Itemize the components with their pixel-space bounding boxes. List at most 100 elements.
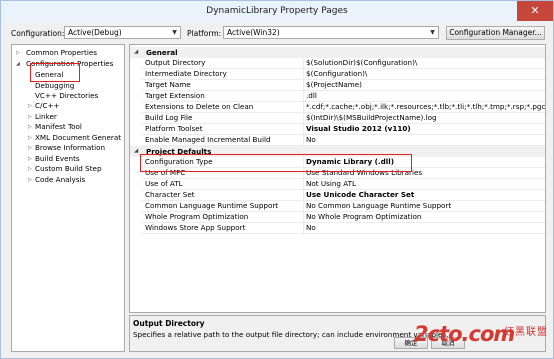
property-row-clr-support[interactable]: Common Language Runtime Support No Commo… <box>142 201 545 212</box>
property-tree: ▷ Common Properties ◢ Configuration Prop… <box>11 44 125 352</box>
expand-arrow-icon[interactable]: ▷ <box>28 143 32 153</box>
property-row-target-extension[interactable]: Target Extension .dll <box>142 91 545 102</box>
expand-arrow-icon[interactable]: ▷ <box>28 154 32 164</box>
property-value[interactable]: Visual Studio 2012 (v110) <box>306 124 545 134</box>
chevron-down-icon: ▼ <box>430 29 435 36</box>
tree-item-label: Linker <box>35 112 57 121</box>
column-divider <box>303 212 304 222</box>
column-divider <box>303 91 304 101</box>
property-name: Platform Toolset <box>145 124 203 133</box>
site-watermark: 2cto.com 红黑联盟 <box>414 320 549 356</box>
property-name: Build Log File <box>145 113 193 122</box>
property-value[interactable]: Not Using ATL <box>306 179 545 189</box>
property-value[interactable]: $(Configuration)\ <box>306 69 545 79</box>
collapse-arrow-icon[interactable]: ◢ <box>134 47 138 58</box>
property-value[interactable]: $(IntDir)\$(MSBuildProjectName).log <box>306 113 545 123</box>
column-divider <box>303 80 304 90</box>
property-row-windows-store-app-support[interactable]: Windows Store App Support No <box>142 223 545 234</box>
property-value[interactable]: No <box>306 223 545 233</box>
highlight-configuration-type-box <box>140 154 412 172</box>
category-general[interactable]: ◢ General <box>130 47 545 58</box>
property-name: Enable Managed Incremental Build <box>145 135 271 144</box>
tree-item-label: Common Properties <box>26 48 97 57</box>
configuration-label: Configuration: <box>11 29 65 38</box>
property-value[interactable]: $(ProjectName) <box>306 80 545 90</box>
tree-item-label: Debugging <box>35 81 75 90</box>
watermark-cn-text: 红黑联盟 <box>504 327 548 338</box>
chevron-down-icon: ▼ <box>172 29 177 36</box>
column-divider <box>303 135 304 145</box>
expand-arrow-icon[interactable]: ▷ <box>28 112 32 122</box>
property-value[interactable]: $(SolutionDir)$(Configuration)\ <box>306 58 545 68</box>
property-row-target-name[interactable]: Target Name $(ProjectName) <box>142 80 545 91</box>
property-value[interactable]: No Whole Program Optimization <box>306 212 545 222</box>
property-name: Target Name <box>145 80 191 89</box>
tree-item-label: Manifest Tool <box>35 122 82 131</box>
property-name: Character Set <box>145 190 195 199</box>
platform-label: Platform: <box>187 29 222 38</box>
property-row-extensions-to-delete[interactable]: Extensions to Delete on Clean *.cdf;*.ca… <box>142 102 545 113</box>
expand-arrow-icon[interactable]: ▷ <box>28 122 32 132</box>
column-divider <box>303 190 304 200</box>
expand-arrow-icon[interactable]: ▷ <box>28 164 32 174</box>
property-name: Extensions to Delete on Clean <box>145 102 254 111</box>
expand-arrow-icon[interactable]: ▷ <box>28 175 32 185</box>
property-row-character-set[interactable]: Character Set Use Unicode Character Set <box>142 190 545 201</box>
description-title: Output Directory <box>133 319 205 328</box>
property-name: Windows Store App Support <box>145 223 246 232</box>
property-grid: ◢ General Output Directory $(SolutionDir… <box>129 44 546 313</box>
property-row-managed-incremental-build[interactable]: Enable Managed Incremental Build No <box>142 135 545 146</box>
property-value[interactable]: .dll <box>306 91 545 101</box>
property-value[interactable]: No <box>306 135 545 145</box>
dialog-client: Configuration: Active(Debug) ▼ Platform:… <box>1 23 553 358</box>
expand-arrow-icon[interactable]: ▷ <box>16 48 20 58</box>
highlight-general-box <box>30 63 80 82</box>
close-button[interactable]: ✕ <box>517 1 553 21</box>
collapse-arrow-icon[interactable]: ◢ <box>134 146 138 157</box>
column-divider <box>303 223 304 233</box>
watermark-logo: 2cto.com <box>414 322 515 346</box>
title-bar: DynamicLibrary Property Pages ✕ <box>1 1 553 23</box>
configuration-bar: Configuration: Active(Debug) ▼ Platform:… <box>1 23 553 45</box>
property-row-intermediate-directory[interactable]: Intermediate Directory $(Configuration)\ <box>142 69 545 80</box>
property-row-whole-program-optimization[interactable]: Whole Program Optimization No Whole Prog… <box>142 212 545 223</box>
tree-item-label: Browse Information <box>35 143 106 152</box>
configuration-combo[interactable]: Active(Debug) ▼ <box>64 26 181 39</box>
tree-item-label: C/C++ <box>35 101 60 110</box>
property-name: Common Language Runtime Support <box>145 201 279 210</box>
property-name: Use of ATL <box>145 179 183 188</box>
tree-item-label: Code Analysis <box>35 175 86 184</box>
column-divider <box>303 113 304 123</box>
window-title: DynamicLibrary Property Pages <box>206 6 348 16</box>
column-divider <box>303 69 304 79</box>
platform-combo[interactable]: Active(Win32) ▼ <box>223 26 439 39</box>
column-divider <box>303 179 304 189</box>
tree-item-label: XML Document Generat <box>35 133 122 142</box>
column-divider <box>303 201 304 211</box>
column-divider <box>303 124 304 134</box>
property-pages-window: DynamicLibrary Property Pages ✕ Configur… <box>0 0 554 359</box>
category-label: General <box>146 48 178 57</box>
tree-item-label: Custom Build Step <box>35 164 102 173</box>
tree-item-label: VC++ Directories <box>35 91 99 100</box>
property-row-build-log-file[interactable]: Build Log File $(IntDir)\$(MSBuildProjec… <box>142 113 545 124</box>
configuration-manager-button[interactable]: Configuration Manager... <box>446 26 545 40</box>
property-name: Target Extension <box>145 91 205 100</box>
property-row-platform-toolset[interactable]: Platform Toolset Visual Studio 2012 (v11… <box>142 124 545 135</box>
platform-combo-value: Active(Win32) <box>227 28 280 37</box>
expand-arrow-icon[interactable]: ▷ <box>28 101 32 111</box>
tree-item-label: Build Events <box>35 154 80 163</box>
property-value[interactable]: *.cdf;*.cache;*.obj;*.ilk;*.resources;*.… <box>306 102 545 112</box>
configuration-combo-value: Active(Debug) <box>68 28 122 37</box>
column-divider <box>303 102 304 112</box>
property-row-use-of-atl[interactable]: Use of ATL Not Using ATL <box>142 179 545 190</box>
property-name: Output Directory <box>145 58 206 67</box>
property-value[interactable]: No Common Language Runtime Support <box>306 201 545 211</box>
collapse-arrow-icon[interactable]: ◢ <box>16 59 20 69</box>
property-value[interactable]: Use Unicode Character Set <box>306 190 545 200</box>
property-row-output-directory[interactable]: Output Directory $(SolutionDir)$(Configu… <box>142 58 545 69</box>
property-name: Intermediate Directory <box>145 69 227 78</box>
expand-arrow-icon[interactable]: ▷ <box>28 133 32 143</box>
property-name: Whole Program Optimization <box>145 212 249 221</box>
column-divider <box>303 58 304 68</box>
